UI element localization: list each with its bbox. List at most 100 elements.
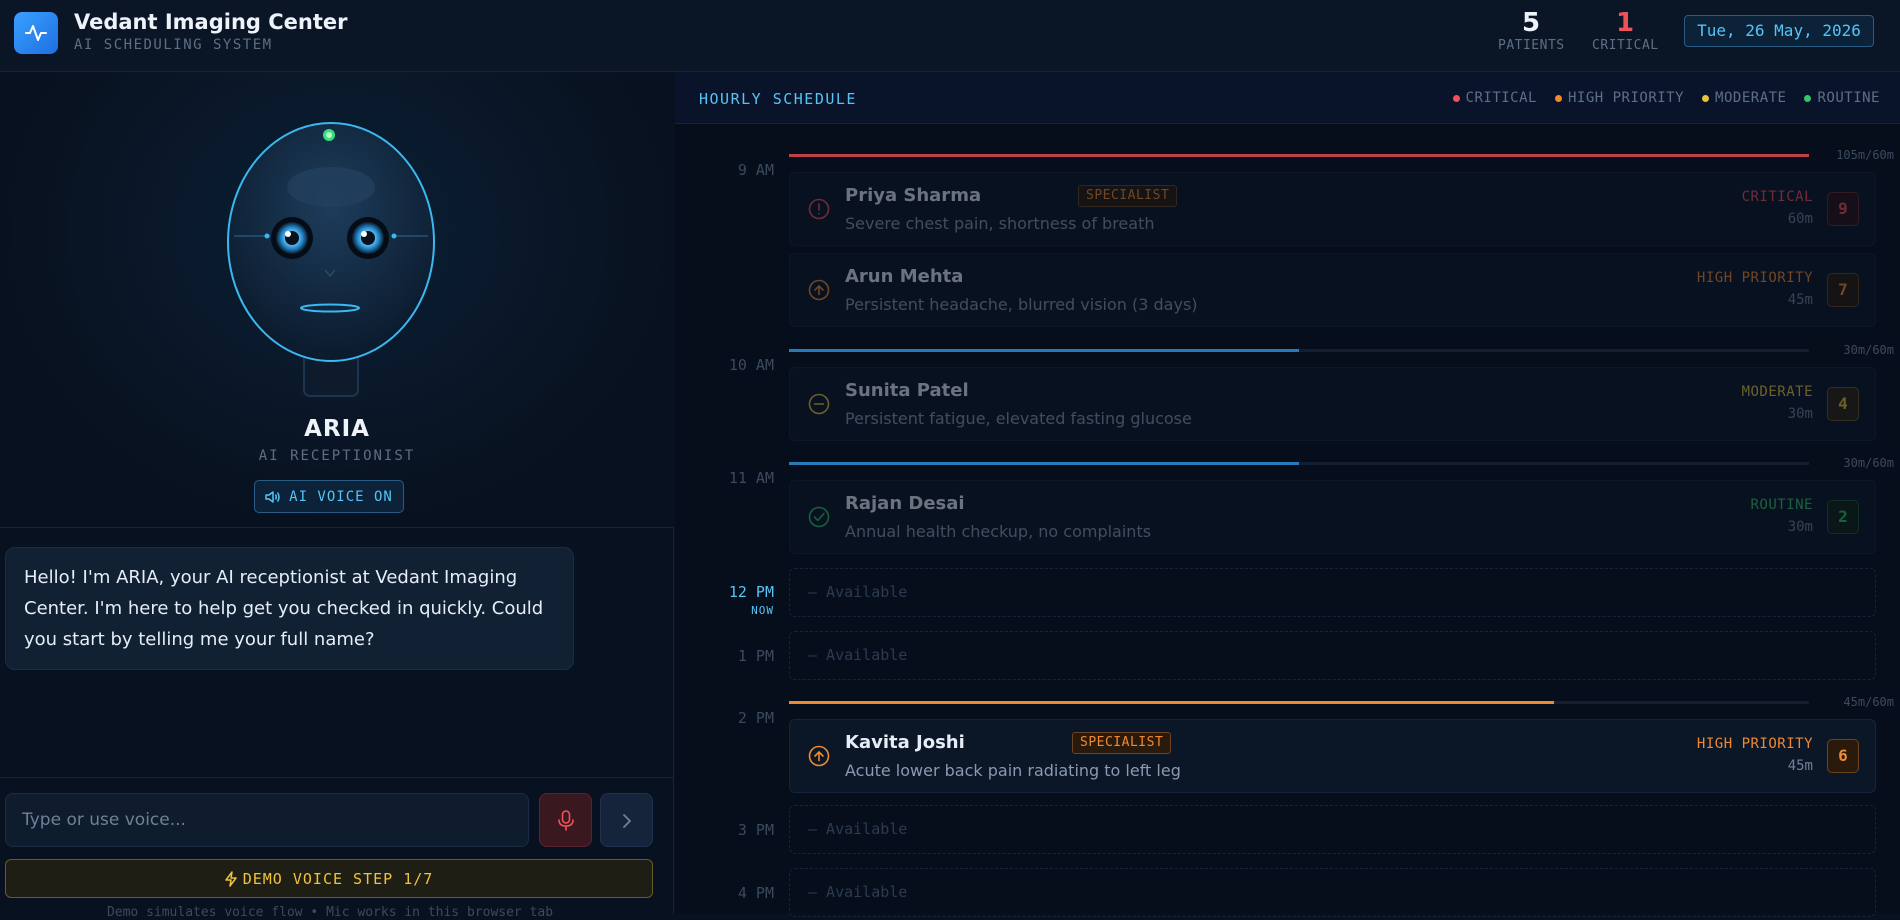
patients-count: 5	[1521, 8, 1541, 38]
schedule-header: HOURLY SCHEDULE CRITICAL HIGH PRIORITY M…	[675, 72, 1900, 124]
priority-legend: CRITICAL HIGH PRIORITY MODERATE ROUTINE	[1452, 90, 1880, 106]
demo-voice-button[interactable]: DEMO VOICE STEP 1/7	[5, 859, 653, 898]
appointment-duration: 45m	[1787, 758, 1813, 774]
capacity-text-2pm: 45m/60m	[1843, 695, 1894, 709]
alert-circle-icon	[808, 198, 830, 220]
available-slot-12pm[interactable]: — Available	[789, 568, 1876, 617]
now-indicator: NOW	[751, 604, 774, 617]
legend-label: ROUTINE	[1817, 90, 1880, 106]
capacity-fill	[789, 349, 1299, 352]
ai-voice-toggle[interactable]: AI VOICE ON	[254, 480, 404, 513]
priority-label: CRITICAL	[1741, 189, 1813, 205]
date-badge[interactable]: Tue, 26 May, 2026	[1684, 15, 1874, 47]
arrow-up-circle-icon	[808, 745, 830, 767]
capacity-fill	[789, 154, 1809, 157]
chat-input-area: DEMO VOICE STEP 1/7 Demo simulates voice…	[0, 777, 674, 920]
lightning-icon	[224, 870, 237, 887]
appointment-duration: 45m	[1787, 292, 1813, 308]
patient-complaint: Persistent headache, blurred vision (3 d…	[845, 295, 1198, 314]
capacity-bar-2pm	[789, 701, 1809, 704]
app-subtitle: AI SCHEDULING SYSTEM	[74, 37, 273, 53]
patient-complaint: Persistent fatigue, elevated fasting glu…	[845, 409, 1192, 428]
appointment-card-arun[interactable]: Arun Mehta Persistent headache, blurred …	[789, 253, 1876, 327]
arrow-up-circle-icon	[808, 279, 830, 301]
chat-input[interactable]	[5, 793, 529, 847]
hour-label-4pm: 4 PM	[737, 884, 774, 902]
critical-label: CRITICAL	[1592, 38, 1659, 53]
hour-label-10am: 10 AM	[728, 356, 774, 374]
patient-name: Arun Mehta	[845, 266, 964, 287]
capacity-text-9am: 105m/60m	[1836, 148, 1894, 162]
legend-label: CRITICAL	[1465, 90, 1537, 106]
appointment-card-rajan[interactable]: Rajan Desai Annual health checkup, no co…	[789, 480, 1876, 554]
severity-score: 9	[1827, 192, 1859, 226]
schedule-title: HOURLY SCHEDULE	[699, 90, 857, 108]
assistant-panel: ARIA AI RECEPTIONIST AI VOICE ON Hello! …	[0, 72, 674, 920]
hour-label-2pm: 2 PM	[737, 709, 774, 727]
available-slot-4pm[interactable]: — Available	[789, 868, 1876, 917]
capacity-bar-9am	[789, 154, 1809, 157]
pulse-icon	[14, 12, 58, 54]
hour-label-11am: 11 AM	[728, 469, 774, 487]
legend-moderate: MODERATE	[1702, 90, 1786, 106]
microphone-icon	[558, 810, 574, 831]
hour-label-9am: 9 AM	[737, 161, 774, 179]
priority-label: MODERATE	[1741, 384, 1813, 400]
capacity-bar-10am	[789, 349, 1809, 352]
capacity-fill	[789, 701, 1554, 704]
legend-dot	[1452, 94, 1460, 102]
legend-high-priority: HIGH PRIORITY	[1554, 90, 1685, 106]
demo-note: Demo simulates voice flow • Mic works in…	[106, 905, 554, 920]
schedule-panel: HOURLY SCHEDULE CRITICAL HIGH PRIORITY M…	[675, 72, 1900, 917]
priority-label: HIGH PRIORITY	[1696, 270, 1813, 286]
legend-label: MODERATE	[1715, 90, 1787, 106]
capacity-text-11am: 30m/60m	[1843, 456, 1894, 470]
legend-label: HIGH PRIORITY	[1567, 90, 1685, 106]
severity-score: 7	[1827, 273, 1859, 307]
appointment-card-kavita[interactable]: Kavita Joshi SPECIALIST Acute lower back…	[789, 719, 1876, 793]
critical-count: 1	[1615, 8, 1635, 38]
patient-name: Sunita Patel	[845, 380, 969, 401]
available-slot-1pm[interactable]: — Available	[789, 631, 1876, 680]
mic-button[interactable]	[539, 793, 592, 847]
hour-label-1pm: 1 PM	[737, 647, 774, 665]
patient-name: Kavita Joshi	[845, 732, 965, 753]
app-header: Vedant Imaging Center AI SCHEDULING SYST…	[0, 0, 1900, 72]
patient-complaint: Acute lower back pain radiating to left …	[845, 761, 1181, 780]
priority-label: HIGH PRIORITY	[1696, 736, 1813, 752]
ai-voice-label: AI VOICE ON	[289, 488, 393, 505]
legend-routine: ROUTINE	[1804, 90, 1880, 106]
app-title: Vedant Imaging Center	[74, 10, 348, 34]
speaker-icon	[265, 490, 280, 503]
patient-name: Priya Sharma	[845, 185, 982, 206]
patient-name: Rajan Desai	[845, 493, 965, 514]
assistant-message: Hello! I'm ARIA, your AI receptionist at…	[5, 547, 574, 670]
severity-score: 6	[1827, 739, 1859, 773]
severity-score: 2	[1827, 500, 1859, 534]
send-button[interactable]	[600, 793, 653, 847]
legend-critical: CRITICAL	[1452, 90, 1537, 106]
capacity-fill	[789, 462, 1299, 465]
capacity-bar-11am	[789, 462, 1809, 465]
specialist-tag: SPECIALIST	[1072, 732, 1172, 754]
legend-dot	[1702, 94, 1710, 102]
hour-label-12pm: 12 PM	[728, 583, 774, 601]
specialist-tag: SPECIALIST	[1078, 185, 1178, 207]
legend-dot	[1804, 94, 1812, 102]
patient-complaint: Annual health checkup, no complaints	[845, 522, 1152, 541]
appointment-card-priya[interactable]: Priya Sharma SPECIALIST Severe chest pai…	[789, 172, 1876, 246]
capacity-text-10am: 30m/60m	[1843, 343, 1894, 357]
chevron-right-icon	[622, 814, 631, 828]
available-slot-3pm[interactable]: — Available	[789, 805, 1876, 854]
hour-label-3pm: 3 PM	[737, 821, 774, 839]
assistant-role: AI RECEPTIONIST	[258, 448, 416, 464]
appointment-card-sunita[interactable]: Sunita Patel Persistent fatigue, elevate…	[789, 367, 1876, 441]
appointment-duration: 30m	[1787, 406, 1813, 422]
avatar-area: ARIA AI RECEPTIONIST AI VOICE ON	[0, 72, 674, 528]
patients-label: PATIENTS	[1498, 38, 1565, 53]
assistant-name: ARIA	[304, 416, 370, 442]
critical-stat: 1 CRITICAL	[1592, 8, 1658, 53]
demo-voice-label: DEMO VOICE STEP 1/7	[242, 869, 434, 888]
severity-score: 4	[1827, 387, 1859, 421]
robot-avatar	[227, 122, 435, 397]
